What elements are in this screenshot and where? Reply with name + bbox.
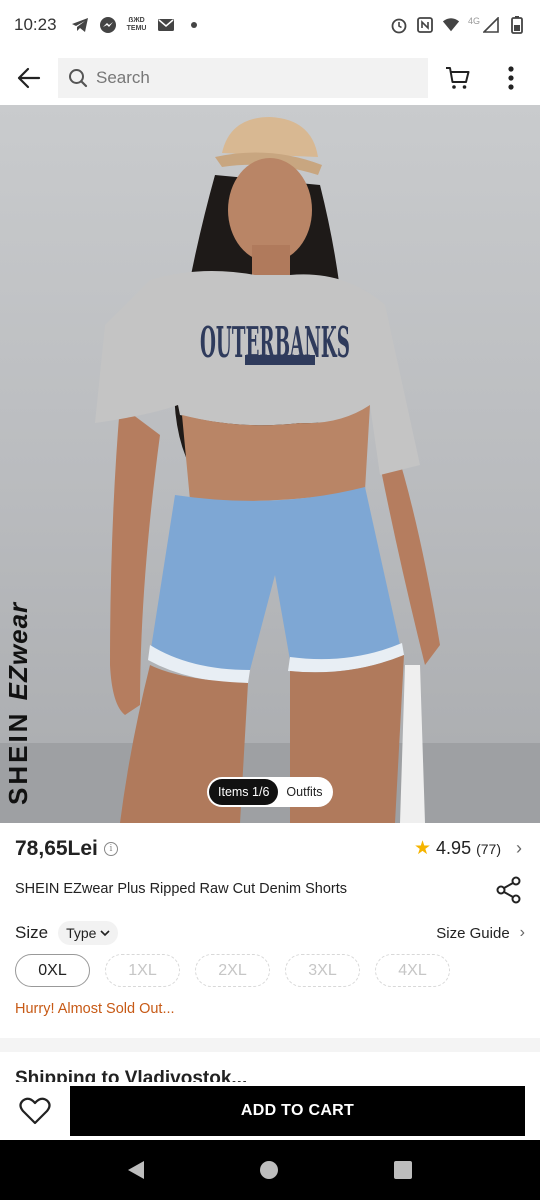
nav-recents-icon[interactable] [394,1161,412,1179]
chevron-right-icon: › [516,838,522,858]
notification-icons: ẞЖD TEMU [71,16,203,34]
rating-score: 4.95 [436,838,472,858]
nfc-icon [416,16,434,34]
model-photo: OUTERBANKS [95,117,440,823]
more-vert-icon [508,65,514,90]
chevron-right-icon: › [519,924,525,941]
size-option-3xl[interactable]: 3XL [285,954,360,987]
rating-count: (77) [476,840,501,857]
network-type-label: 4G [467,16,480,26]
more-options-button[interactable] [486,53,536,103]
alarm-icon [390,16,408,34]
search-placeholder: Search [96,67,150,87]
search-icon [69,68,88,87]
share-icon [496,876,521,904]
heart-icon [19,1097,51,1125]
size-option-2xl[interactable]: 2XL [195,954,270,987]
system-nav-bar [0,1140,540,1200]
items-outfits-toggle[interactable]: Items 1/6 Outfits [207,777,333,807]
messenger-icon [99,16,117,34]
status-bar: 10:23 ẞЖD TEMU 4G [0,0,540,50]
nav-home-icon[interactable] [260,1161,278,1179]
add-to-cart-button[interactable]: ADD TO CART [70,1086,525,1136]
app-bar: Search [0,50,540,105]
price: 78,65Lei [15,837,98,860]
cart-button[interactable] [430,53,486,103]
back-arrow-icon [17,67,41,88]
nav-back-icon[interactable] [128,1161,144,1179]
shipping-heading: Shipping to Vladivostok... [15,1068,248,1082]
wifi-icon [442,16,460,34]
shipping-section-peek: Shipping to Vladivostok... [0,1052,540,1082]
size-guide-link[interactable]: Size Guide › [436,924,525,942]
size-label: Size [15,923,49,942]
cart-icon [446,66,470,89]
star-icon: ★ [414,838,432,859]
back-button[interactable] [0,53,58,103]
size-option-4xl[interactable]: 4XL [375,954,450,987]
mail-icon [157,16,175,34]
chevron-down-icon [100,929,111,936]
size-row: Size Type Size Guide › [15,920,525,946]
size-option-0xl[interactable]: 0XL [15,954,90,987]
temu-icon: ẞЖD TEMU [126,17,147,32]
product-info: 78,65Lei i ★ 4.95 (77) › SHEIN EZwear Pl… [0,823,540,1038]
telegram-icon [71,16,89,34]
status-time: 10:23 [14,15,57,34]
size-type-dropdown[interactable]: Type [58,921,119,945]
wishlist-button[interactable] [0,1086,70,1136]
system-icons: 4G [390,16,526,34]
battery-icon [508,16,526,34]
brand-watermark: SHEIN EZwear [3,601,33,805]
bottom-action-bar: ADD TO CART [0,1082,540,1140]
size-option-1xl[interactable]: 1XL [105,954,180,987]
product-title: SHEIN EZwear Plus Ripped Raw Cut Denim S… [15,881,348,897]
info-icon[interactable]: i [103,842,118,856]
search-input[interactable]: Search [58,57,428,98]
price-row: 78,65Lei i [15,837,118,861]
section-divider [0,1038,540,1052]
share-button[interactable] [495,876,523,904]
outfits-tab[interactable]: Outfits [278,785,322,799]
items-tab[interactable]: Items 1/6 [209,779,279,805]
rating-summary[interactable]: ★ 4.95 (77) › [414,837,522,860]
dot-icon [185,16,203,34]
size-options: 0XL 1XL 2XL 3XL 4XL [15,954,450,987]
signal-icon [482,16,500,34]
stock-warning: Hurry! Almost Sold Out... [15,1001,175,1017]
product-image-carousel[interactable]: OUTERBANKS SHEIN EZwear Items 1/6 Outfit… [0,105,540,823]
